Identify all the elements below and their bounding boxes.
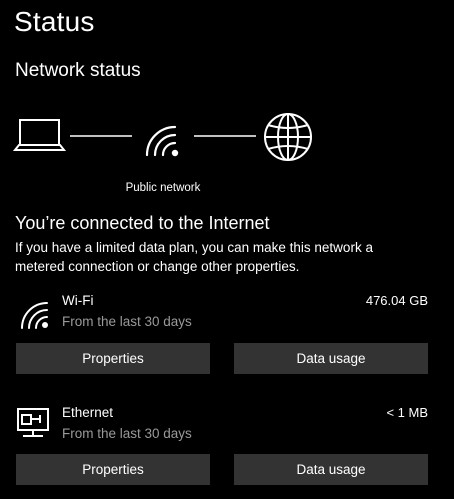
page-title: Status xyxy=(14,6,95,37)
globe-icon xyxy=(264,113,312,161)
laptop-icon xyxy=(12,119,67,151)
connection-title: You’re connected to the Internet xyxy=(15,213,270,233)
wifi-properties-button[interactable]: Properties xyxy=(16,343,210,374)
adapter-name: Wi-Fi xyxy=(62,293,94,308)
adapter-period: From the last 30 days xyxy=(62,426,192,441)
network-diagram: Public network xyxy=(0,105,454,195)
ethernet-properties-button[interactable]: Properties xyxy=(16,454,210,485)
connection-description: If you have a limited data plan, you can… xyxy=(15,240,373,274)
wifi-icon xyxy=(16,292,50,337)
wifi-icon xyxy=(145,125,179,157)
adapter-period: From the last 30 days xyxy=(62,314,192,329)
adapter-usage: 476.04 GB xyxy=(365,293,428,308)
adapter-usage: < 1 MB xyxy=(386,405,428,420)
wifi-data-usage-button[interactable]: Data usage xyxy=(234,343,428,374)
section-title: Network status xyxy=(15,60,141,81)
ethernet-icon xyxy=(16,404,56,445)
adapter-ethernet: Ethernet From the last 30 days < 1 MB xyxy=(0,404,454,448)
ethernet-data-usage-button[interactable]: Data usage xyxy=(234,454,428,485)
network-type-label: Public network xyxy=(125,182,201,194)
adapter-wifi: Wi-Fi From the last 30 days 476.04 GB xyxy=(0,292,454,336)
adapter-name: Ethernet xyxy=(62,405,114,420)
